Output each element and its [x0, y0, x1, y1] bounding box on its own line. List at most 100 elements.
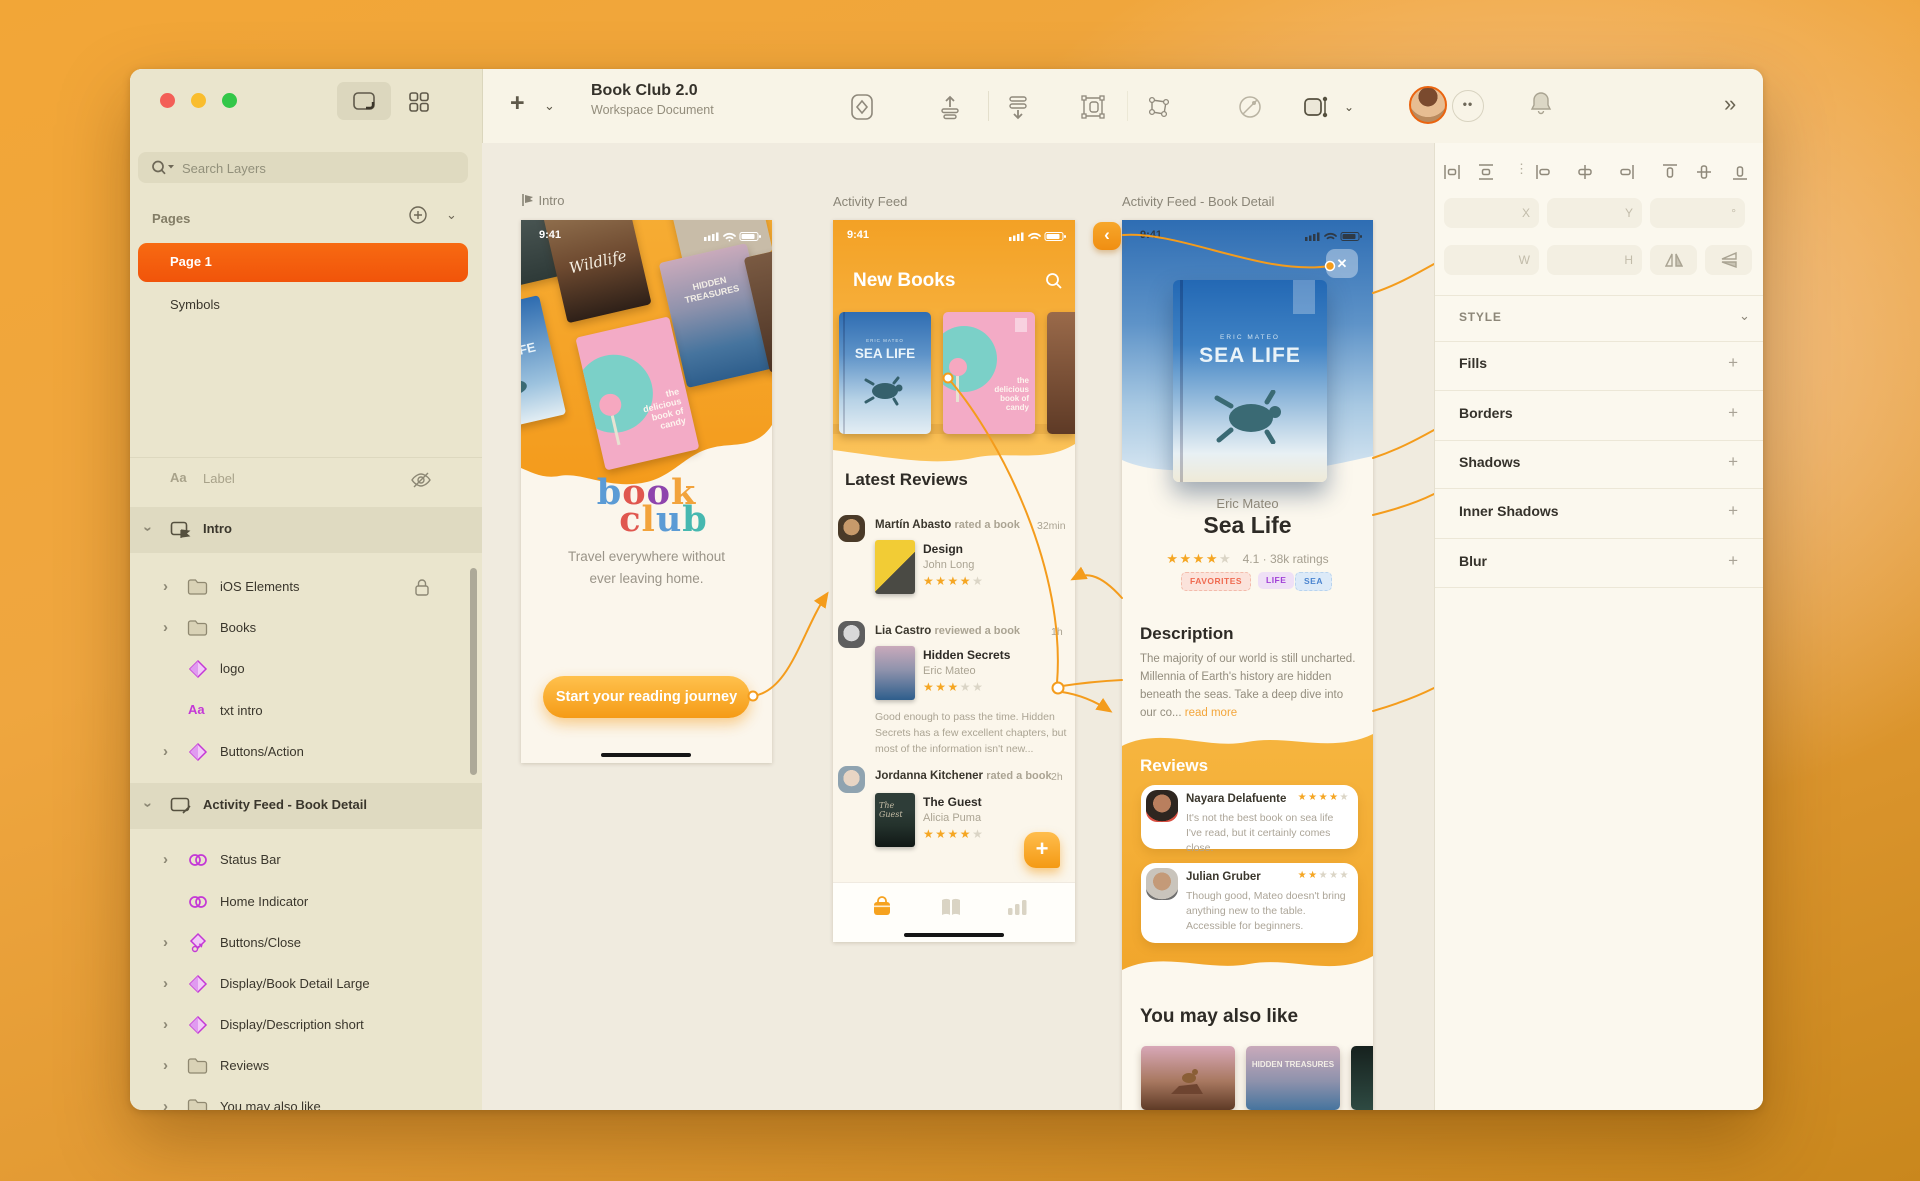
- pages-collapse-chevron-icon[interactable]: ⌄: [446, 207, 457, 223]
- sidebar-scrollbar[interactable]: [470, 568, 477, 775]
- align-top-icon[interactable]: [1661, 163, 1679, 181]
- also-cover-hidden-treasures[interactable]: HIDDEN TREASURES: [1246, 1046, 1340, 1110]
- scale-button[interactable]: [1301, 93, 1329, 121]
- chevron-down-icon[interactable]: ›: [139, 803, 157, 808]
- flip-vertical-button[interactable]: [1705, 245, 1752, 275]
- blur-row[interactable]: Blur: [1459, 553, 1487, 569]
- artboard-label-book-detail[interactable]: Activity Feed - Book Detail: [1122, 194, 1274, 209]
- detail-review-card[interactable]: Julian Gruber ★★★★★ Though good, Mateo d…: [1141, 863, 1358, 943]
- flip-horizontal-button[interactable]: [1650, 245, 1697, 275]
- tab-stats-icon[interactable]: [1005, 896, 1029, 918]
- align-center-horizontal-icon[interactable]: [1576, 163, 1594, 181]
- lock-icon[interactable]: [413, 577, 431, 598]
- width-field[interactable]: W: [1444, 245, 1539, 275]
- align-bottom-icon[interactable]: [1731, 163, 1749, 181]
- close-window-button[interactable]: [160, 93, 175, 108]
- chevron-right-icon[interactable]: ›: [163, 851, 168, 869]
- artboard-activity-feed[interactable]: 9:41 New Books ERIC MATEO SEA LIFE the d…: [833, 220, 1075, 942]
- x-field[interactable]: X: [1444, 198, 1539, 228]
- page-item-symbols[interactable]: Symbols: [138, 286, 468, 325]
- layer-row-display-book-detail-large[interactable]: › Display/Book Detail Large: [130, 965, 482, 1005]
- hidden-eye-icon[interactable]: [410, 470, 432, 490]
- style-collapse-chevron-icon[interactable]: ⌄: [1739, 308, 1750, 324]
- collaborators-more-button[interactable]: ••: [1452, 90, 1484, 122]
- layer-row-label[interactable]: Aa Label: [130, 460, 482, 500]
- search-input[interactable]: [180, 152, 464, 185]
- chevron-right-icon[interactable]: ›: [163, 619, 168, 637]
- add-review-fab[interactable]: +: [1024, 832, 1060, 868]
- tab-activity-icon[interactable]: [871, 896, 893, 918]
- chevron-right-icon[interactable]: ›: [163, 743, 168, 761]
- chevron-right-icon[interactable]: ›: [163, 1057, 168, 1075]
- add-border-button[interactable]: +: [1728, 403, 1738, 423]
- style-section-header[interactable]: STYLE: [1459, 310, 1502, 324]
- create-symbol-button[interactable]: [848, 93, 876, 121]
- scale-chevron-icon[interactable]: ⌄: [1344, 100, 1354, 114]
- height-field[interactable]: H: [1547, 245, 1642, 275]
- shelf-cover-candy[interactable]: the delicious book of candy: [943, 312, 1035, 434]
- borders-row[interactable]: Borders: [1459, 405, 1513, 421]
- detail-review-card[interactable]: Nayara Delafuente ★★★★★ It's not the bes…: [1141, 785, 1358, 854]
- search-icon[interactable]: [1045, 272, 1063, 290]
- chevron-right-icon[interactable]: ›: [163, 1098, 168, 1110]
- star-rating[interactable]: ★★★★★: [923, 827, 984, 841]
- add-inner-shadow-button[interactable]: +: [1728, 501, 1738, 521]
- layer-row-intro[interactable]: › Intro: [130, 507, 482, 553]
- artboard-label-intro[interactable]: Intro: [521, 192, 564, 210]
- layer-row-you-may-also-like[interactable]: › You may also like: [130, 1088, 482, 1110]
- group-button[interactable]: [1079, 93, 1107, 121]
- y-field[interactable]: Y: [1547, 198, 1642, 228]
- layer-row-buttons-close[interactable]: › Buttons/Close: [130, 924, 482, 964]
- align-left-icon[interactable]: [1535, 163, 1553, 181]
- read-more-link[interactable]: read more: [1185, 707, 1237, 719]
- layer-row-reviews[interactable]: › Reviews: [130, 1047, 482, 1087]
- tag-favorites[interactable]: FAVORITES: [1181, 572, 1252, 591]
- tab-books-icon[interactable]: [939, 896, 963, 918]
- layer-row-home-indicator[interactable]: Home Indicator: [130, 883, 482, 923]
- star-rating[interactable]: ★★★★★: [923, 680, 984, 694]
- layer-row-txt-intro[interactable]: Aa txt intro: [130, 692, 482, 732]
- search-field[interactable]: [138, 152, 468, 185]
- artboard-intro[interactable]: Wildlife HIDDEN TREASURES SEA LIFE the d…: [521, 220, 772, 763]
- chevron-right-icon[interactable]: ›: [163, 578, 168, 596]
- distribute-horizontal-icon[interactable]: [1443, 163, 1461, 181]
- canvas-view-toggle[interactable]: [337, 82, 391, 120]
- layer-row-ios-elements[interactable]: › iOS Elements: [130, 568, 482, 608]
- add-blur-button[interactable]: +: [1728, 551, 1738, 571]
- fills-row[interactable]: Fills: [1459, 355, 1487, 371]
- align-right-icon[interactable]: [1617, 163, 1635, 181]
- move-backward-button[interactable]: [1004, 93, 1032, 121]
- also-cover-partial[interactable]: [1351, 1046, 1373, 1110]
- add-page-button[interactable]: [408, 205, 428, 230]
- rotation-field[interactable]: °: [1650, 198, 1745, 228]
- layer-row-status-bar[interactable]: › Status Bar: [130, 841, 482, 881]
- layer-row-activity-feed-book-detail[interactable]: › Activity Feed - Book Detail: [130, 783, 482, 829]
- insert-chevron-icon[interactable]: ⌄: [544, 98, 555, 114]
- artboard-label-activity-feed[interactable]: Activity Feed: [833, 194, 907, 209]
- avatar[interactable]: [1409, 86, 1447, 124]
- chevron-right-icon[interactable]: ›: [163, 934, 168, 952]
- add-fill-button[interactable]: +: [1728, 353, 1738, 373]
- inner-shadows-row[interactable]: Inner Shadows: [1459, 503, 1559, 519]
- layer-row-display-description-short[interactable]: › Display/Description short: [130, 1006, 482, 1046]
- shelf-cover-partial[interactable]: [1047, 312, 1075, 434]
- chevron-down-icon[interactable]: ›: [139, 527, 157, 532]
- edit-vector-button[interactable]: [1145, 93, 1173, 121]
- detail-book-cover[interactable]: ERIC MATEO SEA LIFE: [1173, 280, 1327, 482]
- shelf-cover-sea-life[interactable]: ERIC MATEO SEA LIFE: [839, 312, 931, 434]
- page-item-page1[interactable]: Page 1: [138, 243, 468, 282]
- notifications-button[interactable]: [1528, 89, 1556, 117]
- collapse-panel-button[interactable]: »: [1724, 91, 1736, 117]
- artboard-book-detail[interactable]: 9:41 ✕ ERIC MATEO SEA LIFE Eric Mateo Se…: [1122, 220, 1373, 1110]
- mask-button[interactable]: [1236, 93, 1264, 121]
- tag-life[interactable]: LIFE: [1258, 572, 1295, 589]
- layer-row-buttons-action[interactable]: › Buttons/Action: [130, 733, 482, 773]
- distribute-up-button[interactable]: [936, 93, 964, 121]
- insert-button[interactable]: +: [510, 89, 525, 118]
- start-reading-button[interactable]: Start your reading journey: [543, 676, 750, 718]
- canvas[interactable]: Intro Activity Feed Activity Feed - Book…: [482, 143, 1434, 1110]
- tag-sea[interactable]: SEA: [1295, 572, 1332, 591]
- layer-row-books[interactable]: › Books: [130, 609, 482, 649]
- add-shadow-button[interactable]: +: [1728, 452, 1738, 472]
- shadows-row[interactable]: Shadows: [1459, 454, 1520, 470]
